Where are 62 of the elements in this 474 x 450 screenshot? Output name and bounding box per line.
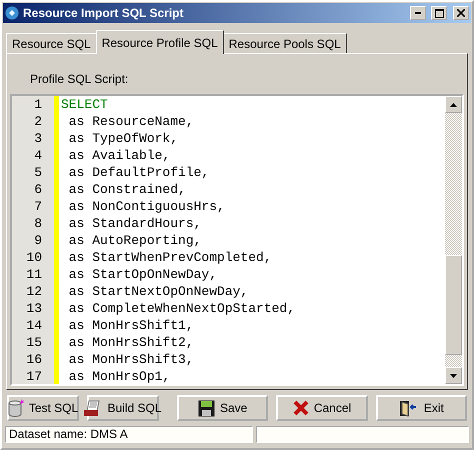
scroll-up-button[interactable]: [445, 96, 462, 113]
line-number: 4: [33, 147, 43, 164]
line-number: 10: [25, 249, 43, 266]
line-number: 9: [33, 232, 43, 249]
line-number: 13: [25, 300, 43, 317]
line-number: 2: [33, 113, 43, 130]
minimize-button[interactable]: [410, 6, 426, 20]
code-line: as CompleteWhenNextOpStarted,: [68, 300, 296, 317]
line-number: 11: [25, 266, 43, 283]
line-number: 7: [33, 198, 43, 215]
exit-button[interactable]: Exit: [376, 395, 468, 421]
tab[interactable]: Resource SQL: [6, 33, 97, 53]
tab[interactable]: Resource Profile SQL: [96, 30, 224, 54]
app-icon: [5, 6, 19, 20]
scroll-thumb[interactable]: [445, 255, 462, 355]
script-label: Profile SQL Script:: [30, 72, 128, 86]
code-line: as ResourceName,: [68, 113, 195, 130]
code-line: as MonHrsShift1,: [68, 317, 195, 334]
code-line: as Constrained,: [68, 181, 187, 198]
code-line: as StartNextOpOnNewDay,: [68, 283, 250, 300]
test-button[interactable]: Test SQL: [7, 395, 79, 421]
line-number: 12: [25, 283, 43, 300]
cross-icon: [292, 400, 309, 416]
code-line: as Available,: [68, 147, 172, 164]
line-number: 14: [25, 317, 43, 334]
code-line: SELECT: [61, 96, 109, 113]
save-button[interactable]: Save: [176, 395, 268, 421]
line-number: 1: [33, 96, 43, 113]
minimize-icon: [415, 12, 421, 14]
line-number: 5: [33, 164, 43, 181]
code-line: as MonHrsShift3,: [68, 351, 195, 368]
line-number: 6: [33, 181, 43, 198]
code-line: as MonHrsOp1,: [68, 368, 172, 384]
code-line: as TypeOfWork,: [68, 130, 180, 147]
code-line: as NonContiguousHrs,: [68, 198, 226, 215]
tab[interactable]: Resource Pools SQL: [222, 33, 347, 53]
code-line: as StandardHours,: [68, 215, 202, 232]
maximize-icon: [434, 8, 444, 18]
maximize-button[interactable]: [431, 6, 447, 20]
close-button[interactable]: [453, 6, 469, 20]
sql-build-icon: [84, 399, 102, 417]
code-line: as StartOpOnNewDay,: [68, 266, 218, 283]
code-line: as StartWhenPrevCompleted,: [68, 249, 273, 266]
code-line: as DefaultProfile,: [68, 164, 210, 181]
code-line: as AutoReporting,: [68, 232, 202, 249]
scroll-down-button[interactable]: [445, 367, 462, 384]
line-number: 15: [25, 334, 43, 351]
database-icon: [8, 399, 24, 417]
line-number: 17: [25, 368, 43, 384]
line-number: 8: [33, 215, 43, 232]
line-number: 3: [33, 130, 43, 147]
line-number: 16: [25, 351, 43, 368]
down-arrow-icon: [450, 374, 457, 378]
window-title: Resource Import SQL Script: [23, 6, 184, 20]
up-arrow-icon: [450, 102, 457, 106]
close-icon: [457, 9, 465, 17]
status-dataset: Dataset name: DMS A: [5, 426, 253, 443]
vertical-scrollbar[interactable]: [445, 96, 462, 384]
code-line: as MonHrsShift2,: [68, 334, 195, 351]
door-exit-icon: [398, 400, 419, 416]
cancel-button[interactable]: Cancel: [276, 395, 368, 421]
build-button[interactable]: Build SQL: [87, 395, 159, 421]
